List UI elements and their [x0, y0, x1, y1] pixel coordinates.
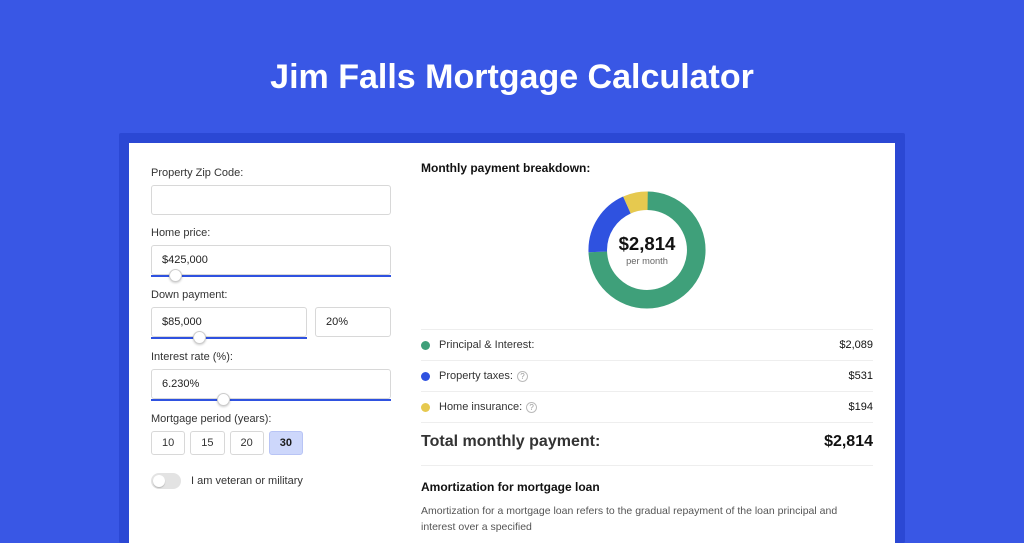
period-option-30[interactable]: 30 — [269, 431, 303, 455]
legend-dot-icon — [421, 372, 430, 381]
amortization-section: Amortization for mortgage loan Amortizat… — [421, 465, 873, 536]
calculator-card: Property Zip Code: Home price: Down paym… — [129, 143, 895, 543]
breakdown-column: Monthly payment breakdown: $2,814 per mo… — [421, 161, 873, 543]
home-price-label: Home price: — [151, 227, 391, 239]
down-payment-input[interactable] — [151, 307, 307, 337]
veteran-toggle-knob — [153, 475, 165, 487]
zip-input[interactable] — [151, 185, 391, 215]
legend-label: Property taxes: ? — [439, 370, 849, 382]
legend-label-text: Home insurance: — [439, 401, 522, 413]
legend-value: $531 — [849, 370, 873, 382]
legend-dot-icon — [421, 341, 430, 350]
donut-chart: $2,814 per month — [421, 185, 873, 315]
page-title: Jim Falls Mortgage Calculator — [0, 0, 1024, 133]
zip-field: Property Zip Code: — [151, 167, 391, 215]
legend-row-principal: Principal & Interest: $2,089 — [421, 329, 873, 360]
home-price-input[interactable] — [151, 245, 391, 275]
info-icon[interactable]: ? — [517, 371, 528, 382]
period-option-15[interactable]: 15 — [190, 431, 224, 455]
period-option-10[interactable]: 10 — [151, 431, 185, 455]
calculator-card-frame: Property Zip Code: Home price: Down paym… — [119, 133, 905, 543]
amortization-text: Amortization for a mortgage loan refers … — [421, 504, 873, 536]
veteran-toggle[interactable] — [151, 473, 181, 489]
interest-field: Interest rate (%): — [151, 351, 391, 401]
home-price-slider-thumb[interactable] — [169, 269, 182, 282]
legend-value: $194 — [849, 401, 873, 413]
legend-dot-icon — [421, 403, 430, 412]
total-value: $2,814 — [824, 433, 873, 451]
form-column: Property Zip Code: Home price: Down paym… — [151, 161, 391, 543]
interest-label: Interest rate (%): — [151, 351, 391, 363]
legend-row-taxes: Property taxes: ? $531 — [421, 360, 873, 391]
legend-label: Home insurance: ? — [439, 401, 849, 413]
period-options: 10 15 20 30 — [151, 431, 391, 455]
down-payment-slider[interactable] — [151, 337, 307, 339]
period-field: Mortgage period (years): 10 15 20 30 — [151, 413, 391, 455]
legend-value: $2,089 — [839, 339, 873, 351]
down-payment-slider-thumb[interactable] — [193, 331, 206, 344]
legend-row-insurance: Home insurance: ? $194 — [421, 391, 873, 422]
down-payment-pct-input[interactable] — [315, 307, 391, 337]
down-payment-field: Down payment: — [151, 289, 391, 339]
donut-center-sub: per month — [626, 256, 668, 266]
period-option-20[interactable]: 20 — [230, 431, 264, 455]
breakdown-title: Monthly payment breakdown: — [421, 161, 873, 175]
veteran-row: I am veteran or military — [151, 473, 391, 489]
home-price-slider[interactable] — [151, 275, 391, 277]
info-icon[interactable]: ? — [526, 402, 537, 413]
zip-label: Property Zip Code: — [151, 167, 391, 179]
period-label: Mortgage period (years): — [151, 413, 391, 425]
interest-slider[interactable] — [151, 399, 391, 401]
donut-center-value: $2,814 — [619, 233, 676, 254]
legend-label-text: Property taxes: — [439, 370, 513, 382]
total-label: Total monthly payment: — [421, 433, 824, 451]
home-price-field: Home price: — [151, 227, 391, 277]
interest-input[interactable] — [151, 369, 391, 399]
veteran-label: I am veteran or military — [191, 475, 303, 487]
legend-label: Principal & Interest: — [439, 339, 839, 351]
interest-slider-thumb[interactable] — [217, 393, 230, 406]
amortization-title: Amortization for mortgage loan — [421, 480, 873, 494]
down-payment-label: Down payment: — [151, 289, 391, 301]
legend-row-total: Total monthly payment: $2,814 — [421, 422, 873, 461]
